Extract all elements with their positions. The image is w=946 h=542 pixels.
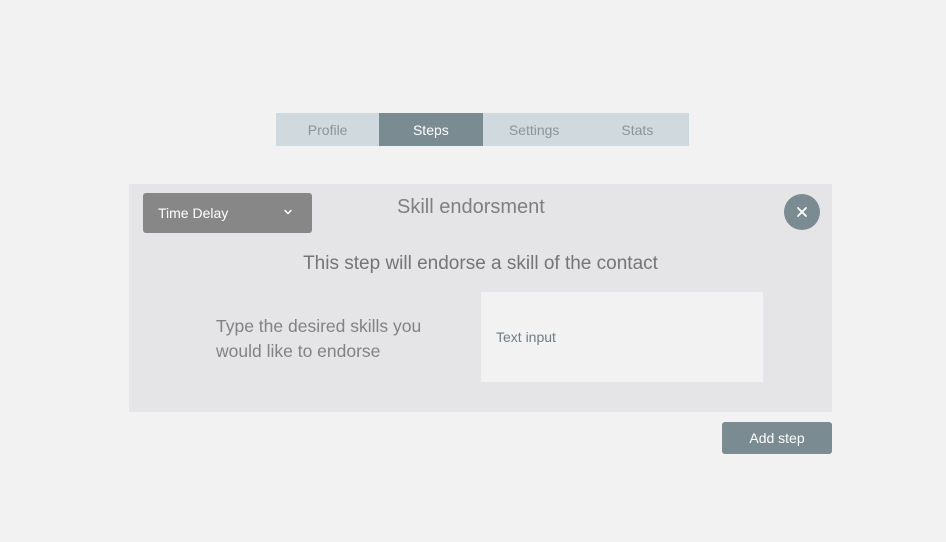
step-title: Skill endorsment: [397, 196, 545, 218]
tab-stats[interactable]: Stats: [585, 113, 689, 146]
skills-prompt: Type the desired skills you would like t…: [216, 316, 422, 361]
tab-steps[interactable]: Steps: [379, 113, 483, 146]
step-description: This step will endorse a skill of the co…: [303, 253, 658, 274]
step-card: Time Delay Skill endorsment This step wi…: [129, 184, 832, 412]
chevron-down-icon: [284, 209, 292, 215]
step-type-selected: Time Delay: [158, 205, 229, 221]
step-type-dropdown[interactable]: Time Delay: [143, 193, 312, 233]
close-step-button[interactable]: [784, 194, 820, 230]
tab-settings[interactable]: Settings: [482, 113, 586, 146]
add-step-button[interactable]: Add step: [722, 422, 832, 454]
skills-text-input[interactable]: [481, 292, 763, 382]
tab-profile[interactable]: Profile: [276, 113, 380, 146]
close-icon: [797, 207, 807, 217]
tab-bar: Profile Steps Settings Stats: [276, 113, 689, 146]
